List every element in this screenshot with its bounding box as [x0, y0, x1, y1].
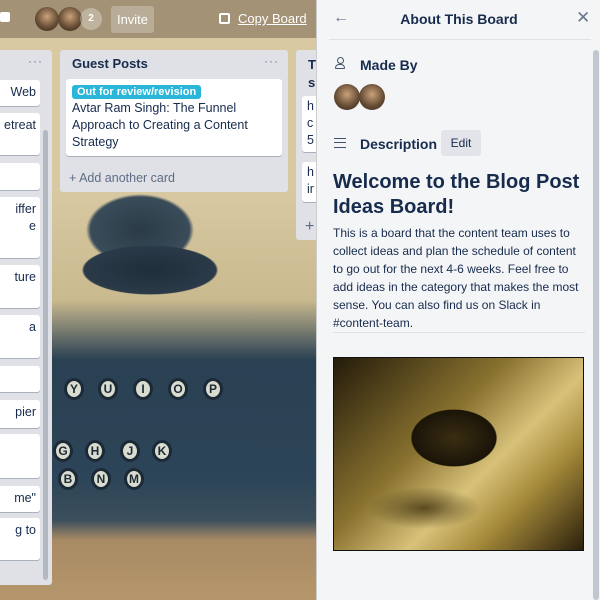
typewriter-key: K	[152, 440, 172, 462]
typewriter-key: H	[85, 440, 105, 462]
member-count[interactable]: 2	[80, 8, 102, 30]
description-body: This is a board that the content team us…	[333, 226, 579, 330]
card-label: Out for review/revision	[72, 85, 202, 99]
copy-board-button[interactable]: Copy Board	[238, 11, 307, 26]
typewriter-key: Y	[64, 378, 84, 400]
list-menu-icon[interactable]: ···	[264, 54, 279, 68]
card[interactable]: a	[0, 315, 40, 358]
typewriter-key: M	[124, 468, 144, 490]
card[interactable]: ture	[0, 265, 40, 308]
typewriter-key: B	[58, 468, 78, 490]
card[interactable]	[0, 434, 40, 478]
edit-description-button[interactable]: Edit	[441, 130, 481, 156]
about-board-panel: ← About This Board ✕ Made By Description…	[316, 0, 600, 600]
card-title: Avtar Ram Singh: The Funnel Approach to …	[72, 101, 248, 149]
briefcase-icon[interactable]	[0, 12, 10, 22]
card[interactable]: g to	[0, 518, 40, 560]
card[interactable]: iffer e	[0, 197, 40, 258]
made-by-heading: Made By	[360, 57, 418, 73]
person-icon	[335, 57, 345, 69]
panel-scrollbar[interactable]	[593, 50, 599, 600]
description-icon	[334, 138, 346, 148]
list-menu-icon[interactable]: ···	[28, 54, 43, 68]
card[interactable]: me"	[0, 486, 40, 512]
invite-button[interactable]: Invite	[111, 6, 154, 33]
typewriter-key: N	[91, 468, 111, 490]
list-title: Guest Posts	[72, 56, 148, 71]
board-icon	[219, 13, 230, 24]
description-heading: Description	[360, 136, 438, 152]
card[interactable]	[0, 163, 40, 190]
card[interactable]	[0, 366, 40, 392]
typewriter-key: P	[203, 378, 223, 400]
panel-title: About This Board	[400, 11, 518, 27]
add-card-button[interactable]: +	[305, 218, 314, 236]
creator-avatar[interactable]	[359, 84, 385, 110]
typewriter-key: I	[133, 378, 153, 400]
typewriter-key: G	[53, 440, 73, 462]
divider	[329, 39, 591, 40]
close-icon[interactable]: ✕	[576, 8, 590, 28]
card[interactable]: Out for review/revision Avtar Ram Singh:…	[66, 79, 282, 156]
divider	[333, 332, 585, 333]
card[interactable]: Web	[0, 80, 40, 106]
card[interactable]: pier	[0, 400, 40, 428]
list-guest-posts: Guest Posts ··· Out for review/revision …	[60, 50, 288, 192]
scrollbar[interactable]	[43, 130, 48, 580]
member-avatar[interactable]	[35, 7, 59, 31]
typewriter-key: O	[168, 378, 188, 400]
typewriter-key: U	[98, 378, 118, 400]
add-card-button[interactable]: + Add another card	[69, 171, 175, 185]
creator-avatar[interactable]	[334, 84, 360, 110]
board-header: 2 Invite Copy Board	[0, 0, 316, 38]
list-partial-left: ··· Web etreat iffer e ture a pier me" g to	[0, 50, 52, 585]
typewriter-image	[333, 357, 584, 551]
card[interactable]: etreat	[0, 113, 40, 155]
description-title: Welcome to the Blog Post Ideas Board!	[333, 171, 580, 218]
member-avatar[interactable]	[58, 7, 82, 31]
list-title: T s	[308, 57, 316, 90]
typewriter-key: J	[120, 440, 140, 462]
